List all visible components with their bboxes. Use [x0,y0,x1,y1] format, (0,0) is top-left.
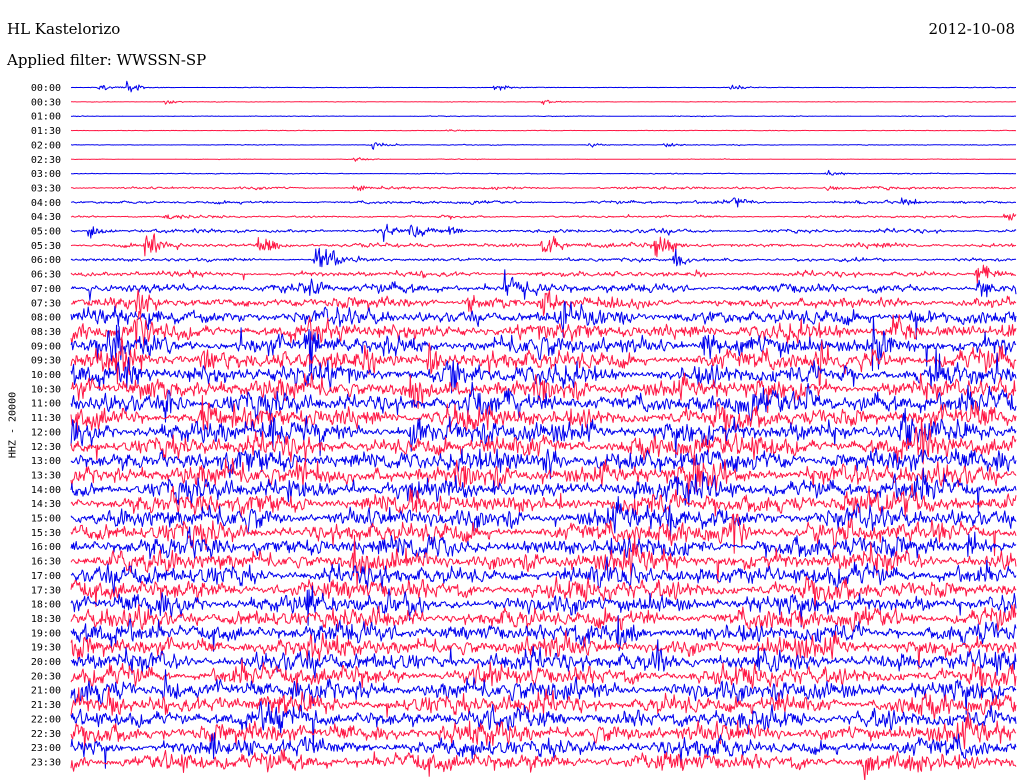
row-time-label: 00:00 [31,83,61,94]
trace-line [70,447,1017,480]
trace-line [70,213,1017,221]
row-time-label: 07:00 [31,284,61,295]
trace-line [70,603,1017,632]
trace-line [70,233,1017,258]
row-time-label: 18:00 [31,600,61,611]
row-time-label: 02:00 [31,140,61,151]
row-time-label: 19:30 [31,643,61,654]
trace-line [70,575,1017,614]
row-time-label: 11:00 [31,399,61,410]
trace-line [70,197,1016,208]
row-time-label: 16:00 [31,542,61,553]
row-time-label: 20:00 [31,657,61,668]
row-time-label: 10:30 [31,384,61,395]
row-time-label: 09:00 [31,341,61,352]
row-time-label: 23:30 [31,757,61,768]
trace-line [70,142,1016,150]
row-time-label: 17:30 [31,585,61,596]
row-time-label: 17:00 [31,571,61,582]
row-time-label: 21:30 [31,700,61,711]
row-time-label: 08:00 [31,313,61,324]
row-time-label: 07:30 [31,298,61,309]
row-time-label: 20:30 [31,671,61,682]
trace-line [70,264,1016,284]
row-time-label: 21:00 [31,686,61,697]
row-time-label: 22:30 [31,729,61,740]
trace-line [70,115,1017,118]
row-time-label: 06:30 [31,270,61,281]
row-time-label: 11:30 [31,413,61,424]
row-time-label: 03:30 [31,183,61,194]
row-time-label: 18:30 [31,614,61,625]
trace-line [70,80,1016,93]
trace-line [70,223,1017,242]
trace-line [71,99,1017,105]
row-time-label: 12:00 [31,427,61,438]
trace-line [70,129,1017,132]
row-time-label: 06:00 [31,255,61,266]
trace-line [70,483,1017,518]
row-time-label: 09:30 [31,356,61,367]
row-time-label: 16:30 [31,557,61,568]
row-time-label: 04:00 [31,198,61,209]
row-time-label: 13:30 [31,470,61,481]
trace-line [70,289,1017,316]
row-time-label: 05:00 [31,227,61,238]
helicorder-plot: 00:00 00:30 01:00 01:30 02:00 02:30 03:00 03:30… [31,80,1017,780]
row-time-label: 10:00 [31,370,61,381]
row-time-label: 22:00 [31,714,61,725]
trace-line [70,748,1017,780]
row-time-label: 13:00 [31,456,61,467]
row-time-label: 00:30 [31,97,61,108]
trace-group [70,80,1017,780]
row-time-label: 15:30 [31,528,61,539]
row-time-label: 05:30 [31,241,61,252]
row-time-label: 01:30 [31,126,61,137]
row-time-label: 12:30 [31,442,61,453]
trace-line [70,157,1017,162]
trace-line [70,185,1016,192]
row-time-label: 01:00 [31,112,61,123]
trace-line [71,169,1017,176]
row-time-label: 15:00 [31,514,61,525]
trace-line [70,467,1017,514]
row-time-label: 14:30 [31,499,61,510]
row-time-label: 04:30 [31,212,61,223]
row-time-label: 14:00 [31,485,61,496]
row-time-label: 03:00 [31,169,61,180]
row-time-label: 02:30 [31,155,61,166]
row-time-label: 19:00 [31,628,61,639]
trace-line [70,247,1017,268]
row-time-label: 08:30 [31,327,61,338]
row-time-label: 23:00 [31,743,61,754]
row-labels: 00:00 00:30 01:00 01:30 02:00 02:30 03:00 03:30… [31,83,61,768]
